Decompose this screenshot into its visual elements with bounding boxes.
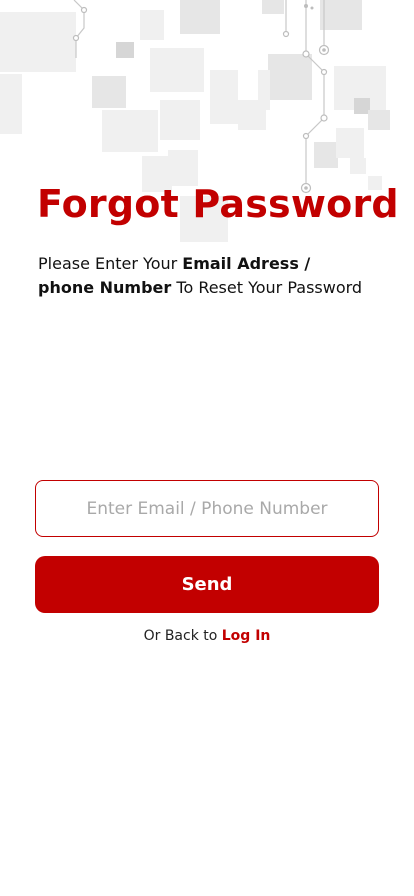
instruction-bold-phone: phone Number [38, 278, 172, 297]
send-button[interactable]: Send [35, 556, 379, 613]
back-text: Or Back to [143, 628, 222, 644]
login-link[interactable]: Log In [222, 628, 271, 644]
instruction-prefix: Please Enter Your [38, 254, 183, 273]
email-phone-input[interactable] [36, 481, 378, 536]
instruction-suffix: To Reset Your Password [171, 278, 363, 297]
instruction-bold-email: Email Adress / [182, 254, 311, 273]
back-to-login-row: Or Back to Log In [0, 628, 414, 644]
instruction-text: Please Enter Your Email Adress / phone Nu… [38, 252, 388, 300]
identifier-field-wrapper [35, 480, 379, 537]
page-title: Forgot Password [37, 182, 399, 226]
